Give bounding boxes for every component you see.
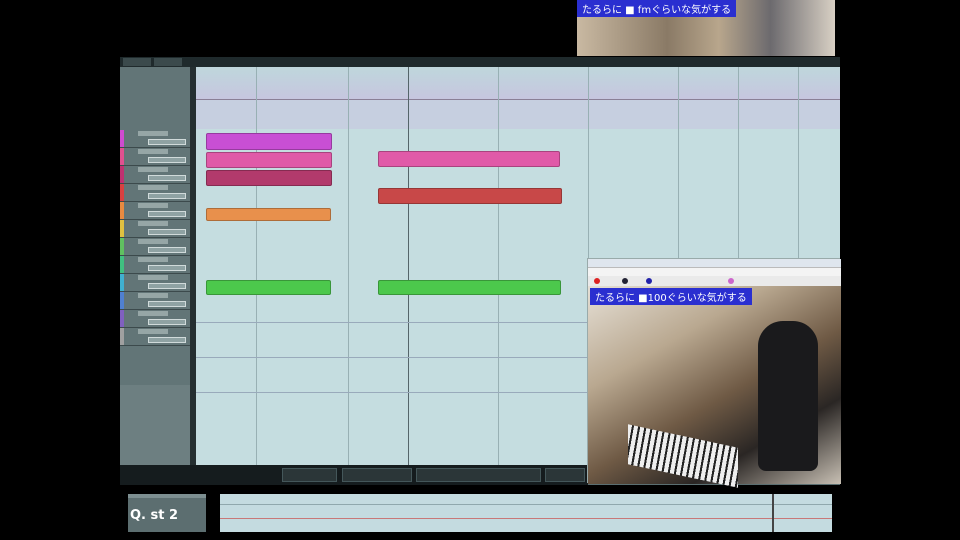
track-controls[interactable]: [148, 301, 186, 307]
track-controls[interactable]: [148, 337, 186, 343]
camera-icon[interactable]: [622, 278, 628, 284]
track-controls[interactable]: [148, 229, 186, 235]
toolbar-button-1[interactable]: [123, 58, 151, 66]
person-image: [758, 321, 818, 471]
track-controls[interactable]: [148, 247, 186, 253]
track-header[interactable]: [120, 238, 190, 256]
effect-icon[interactable]: [728, 278, 734, 284]
track-color: [120, 238, 124, 255]
track-name: [138, 167, 168, 172]
clip-keys[interactable]: [206, 208, 331, 221]
track-controls[interactable]: [148, 175, 186, 181]
track-name: [138, 311, 168, 316]
track-header[interactable]: [120, 292, 190, 310]
webcam-caption: たるらに ■ fmぐらいな気がする: [577, 0, 737, 17]
track-header[interactable]: [120, 328, 190, 346]
track-name: [138, 293, 168, 298]
track-header[interactable]: [120, 148, 190, 166]
track-color: [120, 202, 124, 219]
clip-vocal-1[interactable]: [206, 133, 332, 150]
clip-drums-b[interactable]: [378, 280, 561, 295]
track-color: [120, 130, 124, 147]
transport-position[interactable]: [282, 468, 337, 482]
transport-tempo[interactable]: [545, 468, 585, 482]
track-name: [138, 221, 168, 226]
transport-bar: [120, 465, 588, 485]
track-header[interactable]: [120, 166, 190, 184]
track-color: [120, 166, 124, 183]
clip-vocal-2b[interactable]: [378, 151, 560, 167]
grid-line: [498, 67, 499, 465]
track-header[interactable]: [120, 130, 190, 148]
track-color: [120, 274, 124, 291]
track-header[interactable]: [120, 184, 190, 202]
webcam-video: たるらに ■100ぐらいな気がする: [588, 286, 841, 488]
toolbar-button-2[interactable]: [154, 58, 182, 66]
webcam-caption: たるらに ■100ぐらいな気がする: [590, 288, 752, 305]
track-header[interactable]: [120, 256, 190, 274]
clip-drums[interactable]: [206, 280, 331, 295]
track-color: [120, 220, 124, 237]
track-name: [138, 329, 168, 334]
track-color: [120, 184, 124, 201]
grid-line: [348, 67, 349, 465]
track-header[interactable]: [120, 220, 190, 238]
clip-vocal-2[interactable]: [206, 152, 332, 168]
record-icon[interactable]: [594, 278, 600, 284]
webcam-window-menubar[interactable]: [588, 268, 841, 276]
clip-vocal-3[interactable]: [206, 170, 332, 186]
clip-bass[interactable]: [378, 188, 562, 204]
keyboard-image: [628, 424, 738, 488]
bottom-overview-lane[interactable]: [220, 494, 832, 532]
track-name: [138, 275, 168, 280]
track-name: [138, 239, 168, 244]
webcam-window-titlebar[interactable]: [588, 259, 841, 268]
track-controls[interactable]: [148, 157, 186, 163]
track-color: [120, 328, 124, 345]
track-name: [138, 203, 168, 208]
track-controls[interactable]: [148, 139, 186, 145]
playhead[interactable]: [408, 67, 409, 465]
track-controls[interactable]: [148, 283, 186, 289]
webcam-preview-top: たるらに ■ fmぐらいな気がする: [577, 0, 835, 56]
track-controls[interactable]: [148, 265, 186, 271]
track-name: [138, 257, 168, 262]
track-name: [138, 185, 168, 190]
settings-icon[interactable]: [646, 278, 652, 284]
transport-time-display: [416, 468, 541, 482]
webcam-window-toolbar: [588, 276, 841, 286]
track-header[interactable]: [120, 310, 190, 328]
bottom-info-panel: Q. st 2: [128, 494, 206, 532]
track-name: [138, 131, 168, 136]
track-controls[interactable]: [148, 211, 186, 217]
track-color: [120, 148, 124, 165]
transport-controls[interactable]: [342, 468, 412, 482]
track-header[interactable]: [120, 274, 190, 292]
webcam-window: たるらに ■100ぐらいな気がする: [587, 258, 841, 488]
track-header[interactable]: [120, 202, 190, 220]
daw-toolbar: [120, 57, 840, 67]
track-name: [138, 149, 168, 154]
track-color: [120, 310, 124, 327]
track-color: [120, 256, 124, 273]
track-color: [120, 292, 124, 309]
grid-line: [256, 67, 257, 465]
marker-track[interactable]: [196, 99, 840, 129]
track-controls[interactable]: [148, 193, 186, 199]
track-controls[interactable]: [148, 319, 186, 325]
track-list: [120, 67, 190, 485]
timeline-ruler[interactable]: [196, 67, 840, 99]
